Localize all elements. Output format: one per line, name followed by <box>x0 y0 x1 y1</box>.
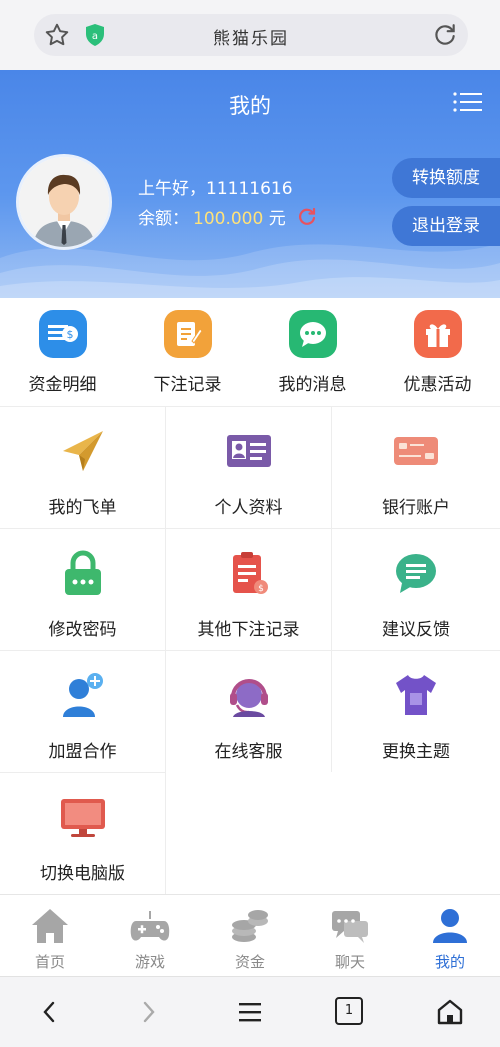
tab-label: 聊天 <box>334 953 365 971</box>
tshirt-icon <box>396 675 436 715</box>
grid-label: 建议反馈 <box>382 620 450 640</box>
tab-funds[interactable]: 资金 <box>200 895 300 976</box>
tabs-count-button[interactable]: 1 <box>335 997 363 1025</box>
gift-icon <box>413 310 462 358</box>
feature-grid: 我的飞单 个人资料 银行账户 修改密码 $ 其他下注记录 建议反馈 加盟合作 在… <box>0 406 500 894</box>
menu-icon[interactable] <box>452 90 482 114</box>
quick-label: 资金明细 <box>28 375 97 395</box>
grid-item-change-theme[interactable]: 更换主题 <box>332 650 500 772</box>
quick-item-bet-records[interactable]: 下注记录 <box>125 298 250 406</box>
reload-icon[interactable] <box>432 22 458 48</box>
back-icon[interactable] <box>34 997 64 1027</box>
headset-icon <box>229 679 268 717</box>
home-icon <box>32 909 68 943</box>
profile-header: 我的 上午好，11111616 余额： 100.000 元 转换额度 退出登录 <box>0 70 500 298</box>
coins-icon <box>232 910 268 942</box>
browser-home-icon[interactable] <box>435 997 465 1027</box>
svg-text:$: $ <box>258 584 264 594</box>
balance-label: 余额： <box>138 209 189 229</box>
grid-item-change-password[interactable]: 修改密码 <box>0 528 166 650</box>
grid-item-feedback[interactable]: 建议反馈 <box>332 528 500 650</box>
grid-label: 个人资料 <box>214 498 283 518</box>
tab-label: 游戏 <box>134 953 165 971</box>
svg-text:$: $ <box>66 328 73 341</box>
monitor-icon <box>60 799 105 837</box>
page-title: 我的 <box>229 94 271 118</box>
quick-item-promotions[interactable]: 优惠活动 <box>375 298 500 406</box>
grid-item-my-flight-orders[interactable]: 我的飞单 <box>0 406 166 528</box>
tab-label: 资金 <box>234 953 265 971</box>
fund-icon: $ <box>38 310 87 358</box>
clipboard-icon: $ <box>232 552 268 594</box>
message-icon <box>288 310 337 358</box>
grid-label: 在线客服 <box>214 742 283 762</box>
grid-item-franchise[interactable]: 加盟合作 <box>0 650 166 772</box>
grid-label: 更换主题 <box>382 742 450 762</box>
site-title: 熊猫乐园 <box>213 29 289 49</box>
tab-label: 我的 <box>434 953 465 971</box>
quick-item-my-messages[interactable]: 我的消息 <box>250 298 375 406</box>
grid-item-profile[interactable]: 个人资料 <box>166 406 332 528</box>
chat-icon <box>332 911 368 943</box>
grid-label: 其他下注记录 <box>197 620 300 640</box>
bottom-tab-bar: 首页 游戏 资金 聊天 我的 <box>0 894 500 976</box>
grid-label: 银行账户 <box>382 498 450 518</box>
tab-home[interactable]: 首页 <box>0 895 100 976</box>
bet-record-icon <box>163 310 212 358</box>
quick-label: 优惠活动 <box>403 375 472 395</box>
feedback-icon <box>396 554 436 593</box>
refresh-balance-icon[interactable] <box>297 207 317 227</box>
id-card-icon <box>226 435 271 467</box>
grid-item-other-bet-records[interactable]: $ 其他下注记录 <box>166 528 332 650</box>
grid-label: 修改密码 <box>48 620 117 640</box>
browser-nav-bar: 1 <box>0 976 500 1047</box>
quick-label: 我的消息 <box>278 375 347 395</box>
quick-actions: $ 资金明细 下注记录 我的消息 优惠活动 <box>0 298 500 406</box>
greeting-text: 上午好，11111616 <box>138 179 293 199</box>
balance-amount: 100.000 <box>193 209 264 229</box>
bank-card-icon <box>394 437 438 465</box>
add-user-icon <box>62 673 103 717</box>
tab-mine[interactable]: 我的 <box>400 895 500 976</box>
quick-item-fund-details[interactable]: $ 资金明细 <box>0 298 125 406</box>
browser-menu-icon[interactable] <box>235 997 265 1027</box>
browser-toolbar: a 熊猫乐园 <box>0 0 500 70</box>
tab-chat[interactable]: 聊天 <box>300 895 400 976</box>
grid-label: 加盟合作 <box>48 742 117 762</box>
tab-games[interactable]: 游戏 <box>100 895 200 976</box>
gamepad-icon <box>130 911 170 941</box>
tab-label: 首页 <box>34 953 65 971</box>
forward-icon[interactable] <box>134 997 164 1027</box>
transfer-quota-button[interactable]: 转换额度 <box>392 158 500 198</box>
quick-label: 下注记录 <box>153 375 222 395</box>
grid-item-bank-account[interactable]: 银行账户 <box>332 406 500 528</box>
balance-unit: 元 <box>268 209 286 229</box>
avatar[interactable] <box>16 154 112 250</box>
logout-button[interactable]: 退出登录 <box>392 206 500 246</box>
balance-row: 余额： 100.000 元 <box>138 204 317 229</box>
user-icon <box>433 909 467 943</box>
grid-label: 切换电脑版 <box>40 864 125 884</box>
lock-icon <box>64 550 101 595</box>
address-bar[interactable]: a 熊猫乐园 <box>34 14 468 56</box>
grid-item-switch-desktop[interactable]: 切换电脑版 <box>0 772 166 894</box>
avatar-image <box>19 157 109 247</box>
paper-plane-icon <box>62 431 103 471</box>
grid-item-online-support[interactable]: 在线客服 <box>166 650 332 772</box>
grid-label: 我的飞单 <box>48 498 117 518</box>
